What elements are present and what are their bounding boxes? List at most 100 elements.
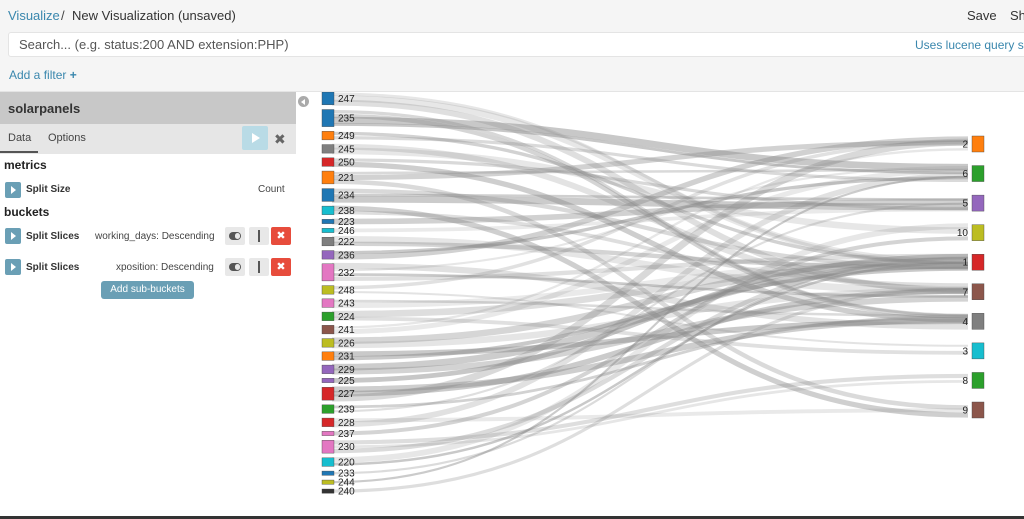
drag-handle-icon (258, 230, 260, 242)
move-bucket-1-handle[interactable] (249, 227, 269, 245)
discard-changes-button[interactable]: ✖ (274, 131, 286, 148)
metric-label[interactable]: Split Size (26, 184, 70, 195)
sankey-target-label: 1 (962, 258, 968, 269)
apply-changes-button[interactable] (242, 126, 268, 150)
sankey-source-label: 248 (338, 285, 355, 296)
sankey-source-node (321, 311, 335, 321)
sankey-source-node (321, 92, 335, 106)
expand-metric-chevron-icon[interactable] (5, 182, 21, 198)
breadcrumb-visualize-link[interactable]: Visualize (8, 8, 60, 23)
breadcrumb-separator: / (61, 8, 65, 23)
query-syntax-link[interactable]: Uses lucene query s (915, 38, 1024, 52)
expand-bucket-2-chevron-icon[interactable] (5, 259, 21, 275)
sankey-source-label: 238 (338, 206, 355, 217)
sankey-source-label: 249 (338, 131, 355, 142)
sankey-target-label: 5 (962, 199, 968, 210)
sankey-target-node (971, 165, 985, 182)
sankey-target-node (971, 401, 985, 419)
save-button[interactable]: Save (967, 8, 997, 23)
sankey-source-label: 221 (338, 173, 355, 184)
sankey-source-node (321, 170, 335, 185)
sankey-target-label: 3 (962, 346, 968, 357)
sankey-source-label: 232 (338, 268, 355, 279)
sankey-source-label: 236 (338, 250, 355, 261)
sankey-source-label: 220 (338, 458, 355, 469)
sankey-source-node (321, 479, 335, 485)
tab-data[interactable]: Data (8, 132, 31, 144)
toggle-bucket-1-button[interactable] (225, 227, 245, 245)
expand-bucket-1-chevron-icon[interactable] (5, 228, 21, 244)
sankey-source-label: 225 (338, 376, 355, 387)
index-pattern-name: solarpanels (8, 101, 81, 116)
sankey-target-node (971, 135, 985, 153)
sankey-target-label: 2 (962, 140, 968, 151)
sankey-target-node (971, 283, 985, 300)
sankey-source-label: 240 (338, 487, 355, 498)
sankey-source-node (321, 378, 335, 383)
sankey-source-node (321, 285, 335, 295)
filter-bar (0, 59, 1024, 92)
bucket-1-label[interactable]: Split Slices (26, 231, 79, 242)
sankey-source-node (321, 325, 335, 335)
sankey-source-node (321, 338, 335, 348)
sankey-source-node (321, 387, 335, 401)
remove-bucket-2-button[interactable]: ✖ (271, 258, 291, 276)
sankey-source-label: 234 (338, 190, 355, 201)
sankey-target-node (971, 254, 985, 271)
sankey-source-node (321, 417, 335, 427)
sankey-source-label: 235 (338, 114, 355, 125)
sankey-source-node (321, 431, 335, 436)
sankey-target-label: 9 (962, 406, 968, 417)
move-bucket-2-handle[interactable] (249, 258, 269, 276)
sankey-source-node (321, 364, 335, 374)
sankey-source-node (321, 157, 335, 167)
sankey-source-label: 231 (338, 352, 355, 363)
sankey-source-node (321, 131, 335, 141)
buckets-heading: buckets (4, 205, 50, 219)
sankey-source-node (321, 109, 335, 127)
page-title: New Visualization (unsaved) (72, 8, 236, 23)
toggle-bucket-2-button[interactable] (225, 258, 245, 276)
sankey-source-label: 226 (338, 338, 355, 349)
drag-handle-icon (258, 261, 260, 273)
sankey-source-label: 239 (338, 405, 355, 416)
sankey-source-label: 224 (338, 312, 355, 323)
add-filter-link[interactable]: Add a filter + (9, 68, 77, 82)
sankey-source-node (321, 404, 335, 414)
plus-icon: + (69, 68, 77, 82)
sankey-chart: 2472352492452502212342382232462222362322… (321, 92, 985, 498)
tab-options[interactable]: Options (48, 132, 86, 144)
sankey-source-label: 222 (338, 237, 355, 248)
index-pattern-header: solarpanels (0, 92, 296, 124)
sankey-target-label: 4 (962, 317, 968, 328)
sankey-target-node (971, 372, 985, 389)
sankey-source-node (321, 228, 335, 233)
sankey-source-node (321, 144, 335, 154)
sankey-source-node (321, 298, 335, 308)
sankey-source-node (321, 250, 335, 260)
sankey-source-label: 247 (338, 94, 355, 105)
search-placeholder: Search... (e.g. status:200 AND extension… (19, 37, 289, 52)
sankey-source-node (321, 219, 335, 224)
sankey-source-node (321, 440, 335, 454)
add-filter-label: Add a filter (9, 68, 67, 82)
bucket-2-description: xposition: Descending (116, 262, 214, 273)
active-tab-indicator (0, 151, 38, 153)
toggle-icon (229, 263, 241, 271)
sankey-source-node (321, 188, 335, 202)
sankey-source-label: 229 (338, 365, 355, 376)
share-button[interactable]: Sh (1010, 8, 1024, 23)
add-sub-buckets-button[interactable]: Add sub-buckets (101, 281, 194, 299)
collapse-sidebar-icon[interactable] (298, 96, 309, 107)
sankey-source-label: 245 (338, 144, 355, 155)
sankey-source-node (321, 205, 335, 215)
sankey-source-label: 230 (338, 442, 355, 453)
sankey-source-label: 250 (338, 158, 355, 169)
sankey-target-label: 10 (957, 228, 969, 239)
metrics-heading: metrics (4, 158, 47, 172)
sankey-target-node (971, 342, 985, 360)
sankey-source-label: 228 (338, 418, 355, 429)
remove-bucket-1-button[interactable]: ✖ (271, 227, 291, 245)
metric-value: Count (258, 184, 285, 195)
bucket-2-label[interactable]: Split Slices (26, 262, 79, 273)
